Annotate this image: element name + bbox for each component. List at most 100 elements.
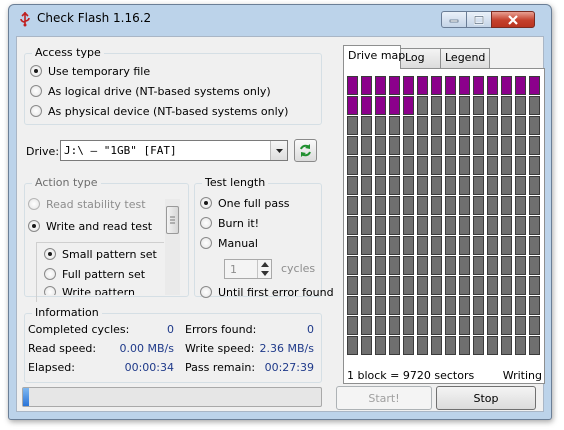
radio-until-first-error[interactable]: Until first error found (200, 284, 334, 300)
drive-map-block (403, 156, 414, 175)
drive-map-block (459, 196, 470, 215)
drive-map-block (431, 156, 442, 175)
drive-map-block (445, 296, 456, 315)
minimize-button[interactable] (441, 11, 467, 28)
start-button[interactable]: Start! (336, 386, 432, 410)
radio-write-pattern[interactable]: Write pattern (44, 286, 135, 295)
radio-manual[interactable]: Manual (200, 235, 258, 251)
drive-map-block (487, 76, 498, 95)
drive-map-block (473, 96, 484, 115)
radio-use-temporary-file[interactable]: Use temporary file (30, 63, 150, 79)
drive-map-block (445, 316, 456, 335)
title-bar[interactable]: Check Flash 1.16.2 (9, 5, 551, 33)
radio-label: Small pattern set (62, 247, 157, 261)
radio-label: Use temporary file (48, 64, 151, 78)
radio-burn-it[interactable]: Burn it! (200, 215, 259, 231)
drive-map-block (389, 256, 400, 275)
drive-map-block (389, 76, 400, 95)
radio-as-logical-drive[interactable]: As logical drive (NT-based systems only) (30, 83, 271, 99)
drive-map-block (375, 276, 386, 295)
info-row: Read speed: 0.00 MB/s Write speed: 2.36 … (24, 342, 314, 358)
action-list-scrollbar[interactable] (165, 199, 180, 295)
drive-select[interactable]: J:\ – "1GB" [FAT] (60, 140, 288, 161)
drive-map-block (361, 96, 372, 115)
drive-map-block (403, 276, 414, 295)
drive-map-block (417, 236, 428, 255)
drive-map-block (361, 296, 372, 315)
drive-map-block (347, 256, 358, 275)
cycles-spinner[interactable]: 1 (224, 259, 272, 279)
radio-dot (30, 65, 42, 77)
radio-full-pattern-set[interactable]: Full pattern set (44, 266, 145, 282)
info-value: 0 (167, 323, 174, 336)
drive-map-block (417, 156, 428, 175)
radio-dot (28, 220, 40, 232)
drive-map-block (375, 76, 386, 95)
drive-map-block (459, 336, 470, 355)
drive-map-block (403, 256, 414, 275)
tab-legend[interactable]: Legend (440, 48, 490, 68)
drive-map-block (473, 216, 484, 235)
info-label: Write speed: (185, 342, 255, 355)
drive-map-block (487, 256, 498, 275)
radio-read-stability-test[interactable]: Read stability test (28, 196, 146, 212)
info-value: 2.36 MB/s (259, 342, 314, 355)
radio-small-pattern-set[interactable]: Small pattern set (44, 246, 157, 262)
drive-map-block (431, 236, 442, 255)
drive-map-block (361, 336, 372, 355)
drive-map-block (459, 236, 470, 255)
radio-one-full-pass[interactable]: One full pass (200, 195, 290, 211)
drive-map-block (361, 156, 372, 175)
drive-map-block (417, 196, 428, 215)
start-button-label: Start! (368, 391, 400, 405)
radio-dot (30, 105, 42, 117)
dropdown-arrow-button[interactable] (270, 141, 287, 160)
scrollbar-thumb[interactable] (166, 206, 179, 234)
radio-as-physical-device[interactable]: As physical device (NT-based systems onl… (30, 103, 288, 119)
close-button[interactable] (491, 11, 535, 28)
stop-button[interactable]: Stop (436, 386, 536, 410)
drive-map-block (515, 116, 526, 135)
cycles-value: 1 (230, 263, 237, 276)
drive-map-block (487, 156, 498, 175)
info-label: Read speed: (28, 342, 97, 355)
drive-map-block (515, 96, 526, 115)
drive-map-block (375, 296, 386, 315)
drive-map-block (473, 76, 484, 95)
drive-map-block (375, 236, 386, 255)
drive-map-block (515, 76, 526, 95)
radio-dot (200, 217, 212, 229)
drive-map-block (403, 196, 414, 215)
arrow-up-icon (260, 262, 269, 267)
drive-map-block (459, 256, 470, 275)
drive-map-block (403, 96, 414, 115)
drive-map-block (473, 336, 484, 355)
tab-log[interactable]: Log (400, 48, 441, 68)
drive-map-block (529, 256, 540, 275)
drive-map-block (347, 76, 358, 95)
drive-map-block (473, 156, 484, 175)
tab-drive-map[interactable]: Drive map (343, 45, 405, 69)
drive-map-block (347, 116, 358, 135)
drive-map-block (445, 256, 456, 275)
drive-map-block (515, 176, 526, 195)
drive-map-block (473, 236, 484, 255)
drive-map-block (431, 336, 442, 355)
drive-map-block (487, 136, 498, 155)
drive-map-block (431, 256, 442, 275)
drive-map-block (459, 136, 470, 155)
action-type-title: Action type (32, 176, 101, 189)
drive-map-block (501, 156, 512, 175)
spin-up-button[interactable] (258, 260, 271, 269)
drive-map-block (403, 176, 414, 195)
drive-map-block (431, 176, 442, 195)
drive-map-block (431, 96, 442, 115)
refresh-drives-button[interactable] (294, 139, 317, 162)
drive-map-block (417, 256, 428, 275)
info-value: 0.00 MB/s (119, 342, 174, 355)
arrow-down-icon (260, 271, 269, 276)
drive-map-block (375, 116, 386, 135)
maximize-button[interactable] (466, 11, 492, 28)
spin-down-button[interactable] (258, 269, 271, 278)
radio-write-and-read-test[interactable]: Write and read test (28, 218, 152, 234)
